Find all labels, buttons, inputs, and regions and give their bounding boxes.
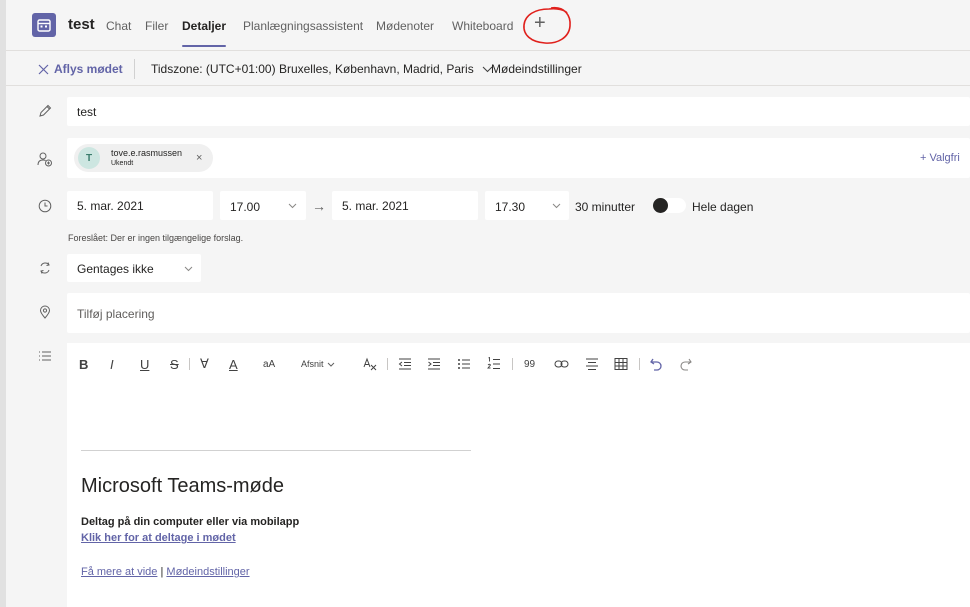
location-input[interactable]: Tilføj placering	[67, 293, 970, 333]
numbered-list-icon[interactable]	[487, 355, 501, 373]
table-icon[interactable]	[614, 355, 628, 373]
tab-modenoter[interactable]: Mødenoter	[376, 19, 434, 33]
redo-icon[interactable]	[679, 355, 693, 373]
start-time-dropdown[interactable]: 17.00	[220, 191, 306, 220]
attendee-name: tove.e.rasmussen	[111, 148, 183, 158]
optional-attendees-button[interactable]: + Valgfri	[920, 152, 960, 164]
end-time-dropdown[interactable]: 17.30	[485, 191, 569, 220]
all-day-label: Hele dagen	[692, 200, 754, 214]
avatar: T	[78, 147, 100, 169]
title-value: test	[77, 105, 97, 119]
join-meeting-link[interactable]: Klik her for at deltage i mødet	[81, 532, 236, 544]
join-instructions: Deltag på din computer eller via mobilap…	[81, 516, 300, 528]
footer-links: Få mere at vide | Mødeindstillinger	[81, 566, 250, 578]
footer-separator: |	[160, 566, 164, 578]
remove-attendee-button[interactable]: ×	[196, 152, 202, 164]
tab-planlaegningsassistent[interactable]: Planlægningsassistent	[243, 19, 363, 33]
quote-button[interactable]: 99	[524, 355, 535, 373]
description-editor[interactable]: B I U S ∀ A aA Afsnit 99 Microsoft Teams…	[67, 343, 970, 607]
start-time-value: 17.00	[230, 200, 261, 214]
meeting-options-link[interactable]: Mødeindstillinger	[166, 566, 249, 578]
meeting-toolbar: Aflys mødet Tidszone: (UTC+01:00) Bruxel…	[6, 50, 970, 86]
clock-icon	[36, 197, 54, 215]
bullet-list-icon[interactable]	[457, 355, 471, 373]
cancel-meeting-label: Aflys mødet	[54, 62, 123, 76]
chevron-down-icon	[552, 203, 561, 209]
italic-button[interactable]: I	[110, 355, 114, 373]
attendee-chip[interactable]: T tove.e.rasmussen Ukendt ×	[74, 144, 213, 172]
repeat-icon	[36, 259, 54, 277]
start-date-input[interactable]: 5. mar. 2021	[67, 191, 213, 220]
close-icon	[38, 64, 49, 74]
left-rail	[0, 0, 6, 607]
description-icon	[36, 347, 54, 365]
timezone-dropdown[interactable]: Tidszone: (UTC+01:00) Bruxelles, Københa…	[151, 62, 493, 76]
chevron-down-icon	[327, 362, 334, 367]
tab-whiteboard[interactable]: Whiteboard	[452, 19, 513, 33]
decrease-indent-icon[interactable]	[398, 355, 412, 373]
underline-button[interactable]: U	[140, 355, 149, 373]
duration-label: 30 minutter	[575, 200, 636, 214]
highlight-button[interactable]: ∀	[200, 355, 209, 373]
end-time-value: 17.30	[495, 200, 526, 214]
active-tab-indicator	[182, 45, 226, 47]
learn-more-link[interactable]: Få mere at vide	[81, 566, 157, 578]
tab-detaljer[interactable]: Detaljer	[182, 19, 226, 33]
tab-filer[interactable]: Filer	[145, 19, 168, 33]
all-day-toggle[interactable]	[653, 198, 686, 213]
link-icon[interactable]	[554, 355, 569, 373]
meeting-header: test Chat Filer Detaljer Planlægningsass…	[6, 0, 970, 50]
chevron-down-icon	[288, 203, 297, 209]
tab-chat[interactable]: Chat	[106, 19, 131, 33]
start-date-value: 5. mar. 2021	[77, 199, 144, 213]
clear-format-icon[interactable]	[363, 355, 377, 373]
suggestion-text: Foreslået: Der er ingen tilgængelige for…	[68, 233, 244, 243]
paragraph-label: Afsnit	[301, 359, 324, 369]
toolbar-separator	[189, 358, 190, 370]
chevron-down-icon	[184, 266, 193, 272]
recurrence-dropdown[interactable]: Gentages ikke	[67, 254, 201, 282]
undo-icon[interactable]	[649, 355, 663, 373]
location-icon	[36, 303, 54, 321]
timezone-label: Tidszone: (UTC+01:00) Bruxelles, Københa…	[151, 62, 474, 76]
red-circle-annotation	[523, 6, 571, 44]
increase-indent-icon[interactable]	[427, 355, 441, 373]
location-placeholder: Tilføj placering	[77, 307, 155, 321]
separator-line	[81, 450, 471, 451]
toolbar-separator	[387, 358, 388, 370]
attendee-status: Ukendt	[111, 160, 134, 167]
toolbar-divider	[134, 59, 135, 79]
align-center-icon[interactable]	[585, 355, 599, 373]
title-input[interactable]: test	[67, 97, 970, 126]
toolbar-separator	[512, 358, 513, 370]
toggle-knob	[653, 198, 668, 213]
teams-meeting-heading: Microsoft Teams-møde	[81, 475, 285, 497]
recurrence-value: Gentages ikke	[77, 262, 154, 276]
pencil-icon	[36, 102, 54, 120]
strikethrough-button[interactable]: S	[170, 355, 179, 373]
toolbar-separator	[639, 358, 640, 370]
bold-button[interactable]: B	[79, 355, 88, 373]
font-color-button[interactable]: A	[229, 355, 238, 373]
paragraph-dropdown[interactable]: Afsnit	[301, 355, 335, 373]
meeting-settings-button[interactable]: Mødeindstillinger	[491, 62, 582, 76]
arrow-right-icon: →	[312, 198, 326, 214]
end-date-input[interactable]: 5. mar. 2021	[332, 191, 478, 220]
add-people-icon	[36, 150, 54, 168]
calendar-icon	[32, 13, 56, 37]
meeting-title: test	[68, 16, 95, 33]
font-size-button[interactable]: aA	[263, 355, 275, 373]
end-date-value: 5. mar. 2021	[342, 199, 409, 213]
cancel-meeting-button[interactable]: Aflys mødet	[38, 62, 123, 76]
